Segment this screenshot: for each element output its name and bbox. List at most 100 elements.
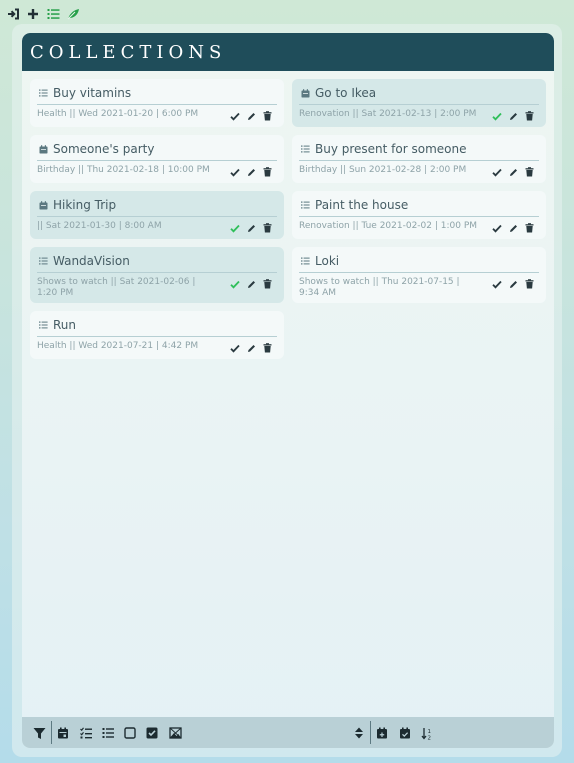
check-icon[interactable] [492, 223, 502, 233]
edit-pencil-icon[interactable] [508, 223, 518, 233]
collection-card[interactable]: Someone's party Birthday || Thu 2021-02-1… [30, 135, 284, 183]
edit-pencil-icon[interactable] [508, 111, 518, 121]
calendar-icon [38, 144, 48, 154]
trash-icon[interactable] [262, 279, 272, 289]
card-title[interactable]: Go to Ikea [315, 86, 376, 100]
edit-pencil-icon[interactable] [246, 279, 256, 289]
card-meta: Renovation || Sat 2021-02-13 | 2:00 PM [299, 109, 477, 119]
card-actions [492, 223, 534, 233]
trash-icon[interactable] [524, 167, 534, 177]
trash-icon[interactable] [262, 111, 272, 121]
list-icon [38, 256, 48, 266]
card-actions [230, 167, 272, 177]
card-header: Run [38, 318, 76, 332]
trash-icon[interactable] [524, 111, 534, 121]
trash-icon[interactable] [524, 223, 534, 233]
card-header: Paint the house [300, 198, 408, 212]
list-icon[interactable] [46, 7, 60, 21]
sign-in-icon[interactable] [6, 7, 20, 21]
card-actions [492, 167, 534, 177]
svg-text:1: 1 [427, 729, 431, 735]
card-divider [299, 104, 539, 105]
checklist-icon[interactable] [79, 726, 93, 740]
calendar-icon [300, 88, 310, 98]
svg-text:2: 2 [427, 735, 431, 740]
edit-pencil-icon[interactable] [508, 279, 518, 289]
edit-pencil-icon[interactable] [246, 111, 256, 121]
filter-icon[interactable] [32, 726, 46, 740]
card-title[interactable]: Someone's party [53, 142, 154, 156]
card-title[interactable]: Buy vitamins [53, 86, 131, 100]
card-title[interactable]: WandaVision [53, 254, 130, 268]
card-header: Buy vitamins [38, 86, 131, 100]
card-header: Someone's party [38, 142, 154, 156]
list-icon [300, 256, 310, 266]
checked-square-icon[interactable] [145, 726, 159, 740]
card-actions [230, 111, 272, 121]
page-title: COLLECTIONS [30, 42, 227, 63]
calendar-plus-icon[interactable] [375, 726, 389, 740]
card-divider [299, 216, 539, 217]
card-actions [230, 343, 272, 353]
card-meta: Shows to watch || Sat 2021-02-06 | 1:20 … [37, 277, 196, 298]
check-icon[interactable] [230, 343, 240, 353]
collections-panel: COLLECTIONS Buy vitamins Health || Wed 20… [22, 33, 554, 748]
list-icon [300, 144, 310, 154]
card-header: Loki [300, 254, 339, 268]
collection-card[interactable]: Buy vitamins Health || Wed 2021-01-20 | 6… [30, 79, 284, 127]
collection-card[interactable]: WandaVision Shows to watch || Sat 2021-02… [30, 247, 284, 303]
card-divider [299, 160, 539, 161]
edit-pencil-icon[interactable] [246, 343, 256, 353]
calendar-icon[interactable] [56, 726, 70, 740]
card-meta: Health || Wed 2021-01-20 | 6:00 PM [37, 109, 199, 119]
trash-icon[interactable] [262, 343, 272, 353]
sort-icon[interactable] [352, 726, 366, 740]
check-icon[interactable] [230, 111, 240, 121]
image-icon[interactable] [168, 726, 182, 740]
collection-card[interactable]: Loki Shows to watch || Thu 2021-07-15 | 9… [292, 247, 546, 303]
trash-icon[interactable] [262, 167, 272, 177]
card-title[interactable]: Paint the house [315, 198, 408, 212]
card-divider [299, 272, 539, 273]
card-actions [230, 279, 272, 289]
trash-icon[interactable] [524, 279, 534, 289]
sort-alpha-icon[interactable]: 12 [420, 726, 434, 740]
card-title[interactable]: Buy present for someone [315, 142, 467, 156]
collection-card[interactable]: Buy present for someone Birthday || Sun 2… [292, 135, 546, 183]
trash-icon[interactable] [262, 223, 272, 233]
check-icon[interactable] [230, 279, 240, 289]
card-actions [492, 279, 534, 289]
card-meta: Birthday || Sun 2021-02-28 | 2:00 PM [299, 165, 467, 175]
card-divider [37, 160, 277, 161]
card-divider [37, 104, 277, 105]
calendar-icon [38, 200, 48, 210]
card-title[interactable]: Hiking Trip [53, 198, 116, 212]
collection-card[interactable]: Run Health || Wed 2021-07-21 | 4:42 PM [30, 311, 284, 359]
check-icon[interactable] [492, 167, 502, 177]
card-divider [37, 272, 277, 273]
list-icon [300, 200, 310, 210]
calendar-check-icon[interactable] [398, 726, 412, 740]
check-icon[interactable] [230, 167, 240, 177]
collection-card[interactable]: Go to Ikea Renovation || Sat 2021-02-13 |… [292, 79, 546, 127]
card-title[interactable]: Run [53, 318, 76, 332]
check-icon[interactable] [492, 279, 502, 289]
list-icon[interactable] [101, 726, 115, 740]
collection-card[interactable]: Hiking Trip || Sat 2021-01-30 | 8:00 AM [30, 191, 284, 239]
plus-icon[interactable] [26, 7, 40, 21]
collection-card[interactable]: Paint the house Renovation || Tue 2021-02… [292, 191, 546, 239]
check-icon[interactable] [230, 223, 240, 233]
edit-pencil-icon[interactable] [246, 167, 256, 177]
card-meta: Health || Wed 2021-07-21 | 4:42 PM [37, 341, 199, 351]
bottom-toolbar: 12 [22, 717, 554, 748]
leaf-icon[interactable] [66, 7, 80, 21]
square-icon[interactable] [123, 726, 137, 740]
list-icon [38, 320, 48, 330]
card-header: Buy present for someone [300, 142, 467, 156]
card-meta: Renovation || Tue 2021-02-02 | 1:00 PM [299, 221, 478, 231]
edit-pencil-icon[interactable] [508, 167, 518, 177]
check-icon[interactable] [492, 111, 502, 121]
card-title[interactable]: Loki [315, 254, 339, 268]
edit-pencil-icon[interactable] [246, 223, 256, 233]
card-meta: Birthday || Thu 2021-02-18 | 10:00 PM [37, 165, 210, 175]
